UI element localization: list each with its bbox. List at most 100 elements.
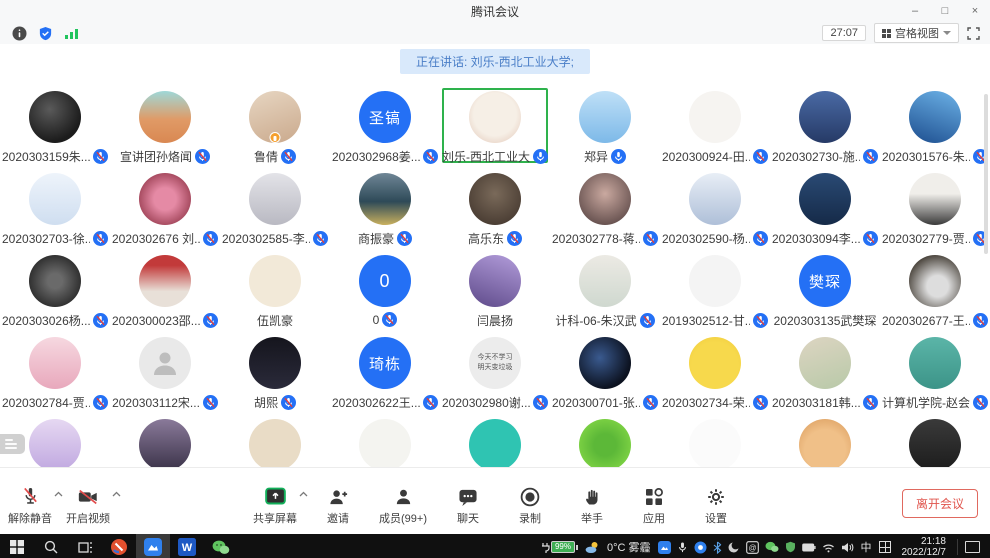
- chevron-up-icon[interactable]: [112, 491, 121, 497]
- participant-tile[interactable]: 樊琛2020303135武樊琛: [772, 252, 878, 327]
- start-taskbar-icon[interactable]: [0, 534, 34, 558]
- ime-language-button[interactable]: 中: [861, 539, 872, 555]
- participant-tile[interactable]: 今天不学习明天变垃圾2020302980谢...: [442, 334, 548, 409]
- participant-tile[interactable]: 2020303181韩...: [772, 334, 878, 409]
- participant-tile[interactable]: 2020302703-徐...: [2, 170, 108, 245]
- side-panel-handle[interactable]: [0, 434, 25, 454]
- word-app-taskbar-icon[interactable]: W: [170, 534, 204, 558]
- participant-tile[interactable]: 闫晨扬: [442, 252, 548, 327]
- participant-tile[interactable]: 商振豪: [332, 170, 438, 245]
- network-signal-icon[interactable]: [62, 25, 80, 41]
- participant-tile[interactable]: 00: [332, 252, 438, 327]
- bluetooth-tray-icon[interactable]: [713, 541, 722, 554]
- taskbar-clock[interactable]: 21:18 2022/12/7: [898, 536, 951, 558]
- battery-99-indicator[interactable]: 99%: [541, 541, 578, 553]
- security-shield-icon[interactable]: [36, 25, 54, 41]
- participant-tile[interactable]: 伍凯豪: [222, 252, 328, 327]
- leave-meeting-button[interactable]: 离开会议: [902, 489, 978, 518]
- fullscreen-button[interactable]: [967, 27, 980, 40]
- mail-tray-icon[interactable]: @: [746, 541, 759, 554]
- participant-tile[interactable]: [772, 416, 878, 467]
- apps-button[interactable]: 应用: [633, 485, 675, 526]
- participant-tile[interactable]: [442, 416, 548, 467]
- participant-tile[interactable]: 琦栋2020302622王...: [332, 334, 438, 409]
- app-circle-tray-icon[interactable]: [694, 541, 707, 554]
- scrollbar[interactable]: [984, 94, 988, 254]
- chat-button[interactable]: 聊天: [447, 485, 489, 526]
- participant-tile[interactable]: 2020300924-田...: [662, 88, 768, 163]
- search-taskbar-icon[interactable]: [34, 534, 68, 558]
- chevron-up-icon[interactable]: [299, 491, 308, 497]
- participant-tile[interactable]: 郑异: [552, 88, 658, 163]
- battery-tray-icon[interactable]: [802, 543, 816, 552]
- task-view-taskbar-icon[interactable]: [68, 534, 102, 558]
- maximize-button[interactable]: □: [930, 0, 960, 22]
- invite-button[interactable]: 邀请: [317, 485, 359, 526]
- participant-tile[interactable]: [552, 416, 658, 467]
- network-tray-icon[interactable]: [822, 542, 835, 553]
- participant-name: 2020303159朱...: [2, 148, 90, 165]
- record-button[interactable]: 录制: [509, 485, 551, 526]
- mic-muted-icon: [281, 395, 296, 410]
- close-button[interactable]: ×: [960, 0, 990, 22]
- mic-muted-icon: [93, 313, 108, 328]
- mic-off-button[interactable]: 解除静音: [8, 485, 52, 526]
- participant-tile[interactable]: 2020303026杨...: [2, 252, 108, 327]
- participant-tile[interactable]: 2020302590-杨...: [662, 170, 768, 245]
- action-center-icon[interactable]: [965, 541, 980, 553]
- participant-tile[interactable]: 计算机学院-赵会...: [882, 334, 988, 409]
- participant-tile[interactable]: 2020302778-蒋...: [552, 170, 658, 245]
- chevron-down-icon: [943, 31, 951, 35]
- participant-tile[interactable]: [222, 416, 328, 467]
- share-screen-button[interactable]: 共享屏幕: [253, 485, 297, 526]
- participant-tile[interactable]: 鲁倩: [222, 88, 328, 163]
- participant-tile[interactable]: 2020300701-张...: [552, 334, 658, 409]
- capture-app-taskbar-icon[interactable]: [102, 534, 136, 558]
- ime-grid-icon[interactable]: [879, 541, 891, 553]
- night-mode-tray-icon[interactable]: [728, 541, 740, 553]
- participant-tile[interactable]: 高乐东: [442, 170, 548, 245]
- participant-name: 郑异: [584, 148, 608, 165]
- wechat-tray-icon[interactable]: [765, 541, 779, 553]
- participant-tile[interactable]: 圣镐2020302968姜...: [332, 88, 438, 163]
- raise-hand-button[interactable]: 举手: [571, 485, 613, 526]
- participant-tile[interactable]: [882, 416, 988, 467]
- wechat-app-taskbar-icon[interactable]: [204, 534, 238, 558]
- microphone-tray-icon[interactable]: [677, 541, 688, 554]
- security-tray-icon[interactable]: [785, 541, 796, 553]
- weather-text[interactable]: 0°C 雾霾: [607, 539, 651, 555]
- participant-tile[interactable]: 2019302512-甘...: [662, 252, 768, 327]
- participant-tile[interactable]: 2020302779-贾...: [882, 170, 988, 245]
- participant-tile[interactable]: 2020302734-荣...: [662, 334, 768, 409]
- meeting-app-taskbar-icon[interactable]: [136, 534, 170, 558]
- participant-tile[interactable]: 计科-06-朱汉武: [552, 252, 658, 327]
- members-button[interactable]: 成员(99+): [379, 485, 427, 526]
- participant-name: 2020303026杨...: [2, 312, 90, 329]
- view-mode-button[interactable]: 宫格视图: [874, 23, 959, 43]
- volume-tray-icon[interactable]: [841, 542, 854, 553]
- meeting-tray-icon[interactable]: [658, 541, 671, 554]
- participant-tile[interactable]: 2020302730-施...: [772, 88, 878, 163]
- minimize-button[interactable]: –: [900, 0, 930, 22]
- participant-tile[interactable]: [662, 416, 768, 467]
- camera-off-button[interactable]: 开启视频: [66, 485, 110, 526]
- participant-tile[interactable]: 2020302585-李...: [222, 170, 328, 245]
- participant-tile-speaking[interactable]: 刘乐-西北工业大...: [442, 88, 548, 163]
- weather-icon[interactable]: [585, 541, 600, 554]
- participant-tile[interactable]: [112, 416, 218, 467]
- settings-button[interactable]: 设置: [695, 485, 737, 526]
- participant-tile[interactable]: 2020303112宋...: [112, 334, 218, 409]
- participant-tile[interactable]: 胡熙: [222, 334, 328, 409]
- participant-tile[interactable]: 2020302677-王...: [882, 252, 988, 327]
- participant-tile[interactable]: 2020303159朱...: [2, 88, 108, 163]
- participant-tile[interactable]: 2020302676 刘...: [112, 170, 218, 245]
- participant-tile[interactable]: 宣讲团孙烙闻: [112, 88, 218, 163]
- participant-tile[interactable]: 2020301576-朱...: [882, 88, 988, 163]
- participant-tile[interactable]: 2020302784-贾...: [2, 334, 108, 409]
- info-icon[interactable]: [10, 25, 28, 41]
- participant-tile[interactable]: [332, 416, 438, 467]
- chevron-up-icon[interactable]: [54, 491, 63, 497]
- participant-tile[interactable]: 2020300023邵...: [112, 252, 218, 327]
- participant-name: 胡熙: [254, 394, 278, 411]
- participant-tile[interactable]: 2020303094李...: [772, 170, 878, 245]
